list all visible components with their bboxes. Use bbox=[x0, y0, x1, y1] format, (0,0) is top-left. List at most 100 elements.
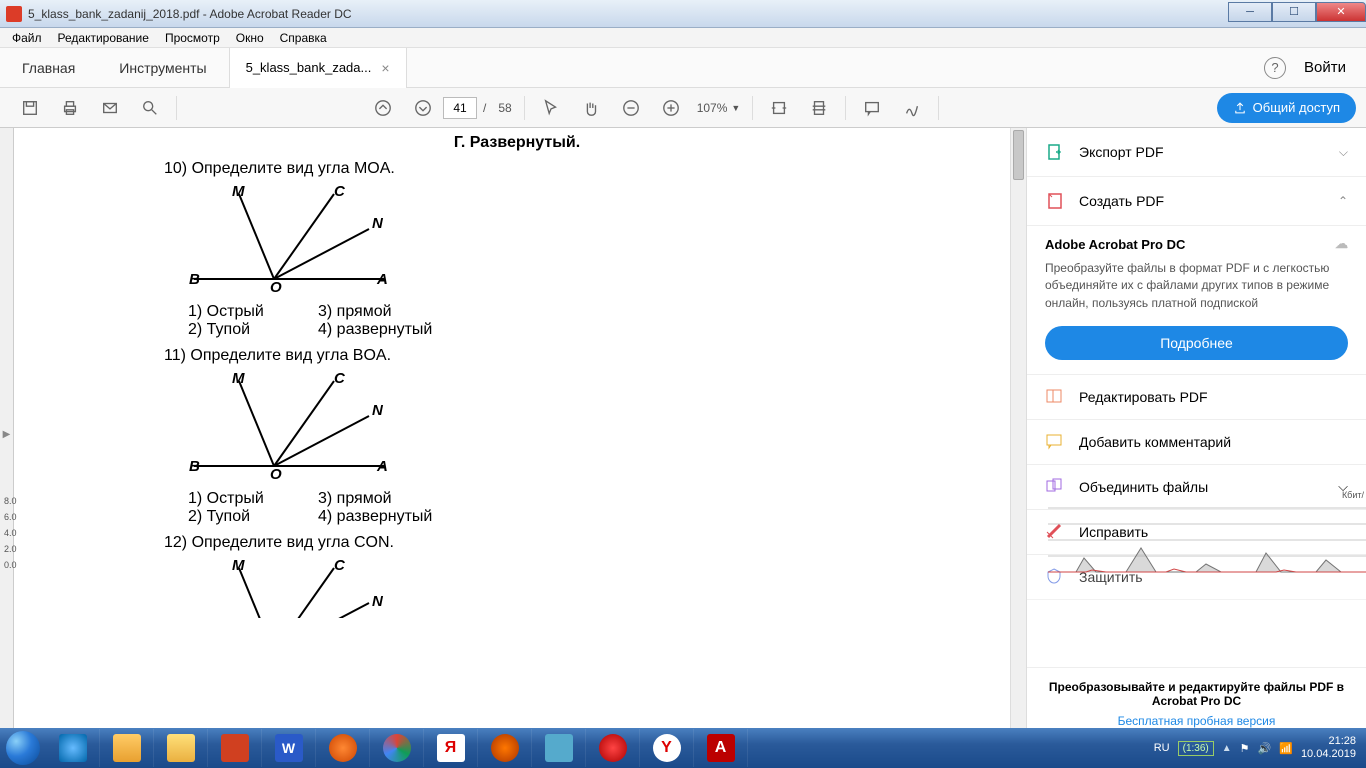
pdf-page: Г. Развернутый. 10) Определите вид угла … bbox=[14, 128, 1010, 740]
vertical-scrollbar[interactable]: ▲ ▼ bbox=[1010, 128, 1026, 740]
svg-text:M: M bbox=[232, 184, 245, 200]
tab-document[interactable]: 5_klass_bank_zada... × bbox=[229, 48, 407, 88]
protect-label: Защитить bbox=[1079, 569, 1348, 585]
search-icon[interactable] bbox=[136, 94, 164, 122]
svg-text:A: A bbox=[376, 458, 388, 475]
taskbar-word[interactable]: W bbox=[262, 729, 316, 767]
svg-text:C: C bbox=[334, 184, 346, 200]
taskbar-firefox[interactable] bbox=[316, 729, 370, 767]
opt: 4) развернутый bbox=[318, 321, 432, 339]
comment-tool-icon bbox=[1045, 432, 1065, 452]
volume-icon[interactable]: 🔊 bbox=[1258, 742, 1272, 755]
redact-icon bbox=[1045, 522, 1065, 542]
print-icon[interactable] bbox=[56, 94, 84, 122]
taskbar-folder[interactable] bbox=[154, 729, 208, 767]
comment-icon[interactable] bbox=[858, 94, 886, 122]
share-button[interactable]: Общий доступ bbox=[1217, 93, 1356, 123]
chevron-up-icon: ⌃ bbox=[1338, 194, 1348, 208]
help-button[interactable]: ? bbox=[1264, 57, 1286, 79]
flag-icon[interactable]: ⚑ bbox=[1240, 742, 1250, 755]
opt: 3) прямой bbox=[318, 490, 392, 508]
pro-heading: Adobe Acrobat Pro DC bbox=[1045, 237, 1185, 252]
taskbar-yabrowser[interactable]: Y bbox=[640, 729, 694, 767]
protect-item[interactable]: Защитить bbox=[1027, 555, 1366, 600]
start-button[interactable] bbox=[0, 728, 46, 768]
opt: 2) Тупой bbox=[188, 321, 318, 339]
free-trial-link[interactable]: Бесплатная пробная версия bbox=[1041, 714, 1352, 728]
redact-label: Исправить bbox=[1079, 524, 1348, 540]
menu-view[interactable]: Просмотр bbox=[157, 29, 228, 47]
menu-file[interactable]: Файл bbox=[4, 29, 50, 47]
opt: 4) развернутый bbox=[318, 508, 432, 526]
tab-home[interactable]: Главная bbox=[0, 48, 97, 88]
menu-edit[interactable]: Редактирование bbox=[50, 29, 157, 47]
page-separator: / bbox=[483, 101, 486, 115]
taskbar-ie[interactable] bbox=[46, 729, 100, 767]
window-controls: ─ ☐ ✕ bbox=[1228, 3, 1366, 25]
system-tray: RU (1:36) ▲ ⚑ 🔊 📶 21:28 10.04.2019 bbox=[1154, 728, 1366, 768]
svg-text:N: N bbox=[372, 402, 384, 419]
learn-more-button[interactable]: Подробнее bbox=[1045, 326, 1348, 360]
svg-text:A: A bbox=[376, 271, 388, 288]
pointer-icon[interactable] bbox=[537, 94, 565, 122]
redact-item[interactable]: Исправить bbox=[1027, 510, 1366, 555]
signin-link[interactable]: Войти bbox=[1304, 59, 1366, 76]
tray-overflow-icon[interactable]: ▲ bbox=[1222, 743, 1232, 754]
fit-width-icon[interactable] bbox=[765, 94, 793, 122]
close-button[interactable]: ✕ bbox=[1316, 2, 1366, 22]
taskbar-powerpoint[interactable] bbox=[208, 729, 262, 767]
answer-g: Г. Развернутый. bbox=[64, 134, 970, 152]
taskbar-explorer[interactable] bbox=[100, 729, 154, 767]
mail-icon[interactable] bbox=[96, 94, 124, 122]
comment-item[interactable]: Добавить комментарий bbox=[1027, 420, 1366, 465]
tab-tools[interactable]: Инструменты bbox=[97, 48, 228, 88]
taskbar-yandex[interactable]: Я bbox=[424, 729, 478, 767]
tools-panel: Экспорт PDF ⌵ Создать PDF ⌃ Adobe Acroba… bbox=[1026, 128, 1366, 740]
protect-icon bbox=[1045, 567, 1065, 587]
taskbar-opera[interactable] bbox=[586, 729, 640, 767]
network-icon[interactable]: 📶 bbox=[1279, 742, 1293, 755]
clock[interactable]: 21:28 10.04.2019 bbox=[1301, 735, 1356, 760]
options-11: 1) Острый3) прямой 2) Тупой4) развернуты… bbox=[188, 490, 970, 526]
language-indicator[interactable]: RU bbox=[1154, 742, 1170, 754]
combine-icon bbox=[1045, 477, 1065, 497]
export-pdf-item[interactable]: Экспорт PDF ⌵ bbox=[1027, 128, 1366, 177]
tab-document-label: 5_klass_bank_zada... bbox=[246, 60, 372, 75]
menu-help[interactable]: Справка bbox=[272, 29, 335, 47]
create-pdf-item[interactable]: Создать PDF ⌃ bbox=[1027, 177, 1366, 226]
sign-icon[interactable] bbox=[898, 94, 926, 122]
scroll-thumb[interactable] bbox=[1013, 130, 1024, 180]
taskbar-chrome[interactable] bbox=[370, 729, 424, 767]
maximize-button[interactable]: ☐ bbox=[1272, 2, 1316, 22]
taskbar-acrobat[interactable]: A bbox=[694, 729, 748, 767]
taskbar-app1[interactable] bbox=[478, 729, 532, 767]
zoom-select[interactable]: 107%▼ bbox=[697, 101, 741, 115]
svg-text:M: M bbox=[232, 371, 245, 387]
export-label: Экспорт PDF bbox=[1079, 144, 1339, 160]
footer-heading: Преобразовывайте и редактируйте файлы PD… bbox=[1041, 680, 1352, 708]
page-up-icon[interactable] bbox=[369, 94, 397, 122]
zoom-out-icon[interactable] bbox=[617, 94, 645, 122]
battery-indicator[interactable]: (1:36) bbox=[1178, 741, 1214, 756]
taskbar-app2[interactable] bbox=[532, 729, 586, 767]
menu-window[interactable]: Окно bbox=[228, 29, 272, 47]
tab-close-icon[interactable]: × bbox=[381, 60, 389, 76]
question-11: 11) Определите вид угла BOA. bbox=[164, 347, 970, 365]
comment-label: Добавить комментарий bbox=[1079, 434, 1348, 450]
minimize-button[interactable]: ─ bbox=[1228, 2, 1272, 22]
page-number-input[interactable] bbox=[443, 97, 477, 119]
zoom-in-icon[interactable] bbox=[657, 94, 685, 122]
save-icon[interactable] bbox=[16, 94, 44, 122]
hand-icon[interactable] bbox=[577, 94, 605, 122]
opt: 2) Тупой bbox=[188, 508, 318, 526]
page-down-icon[interactable] bbox=[409, 94, 437, 122]
panel-collapse-handle[interactable]: ▶ bbox=[0, 128, 14, 740]
angle-diagram-2: B O A M C N bbox=[184, 371, 970, 486]
opt: 1) Острый bbox=[188, 490, 318, 508]
document-scroll[interactable]: Г. Развернутый. 10) Определите вид угла … bbox=[14, 128, 1010, 740]
fit-page-icon[interactable] bbox=[805, 94, 833, 122]
create-pdf-subpanel: Adobe Acrobat Pro DC☁ Преобразуйте файлы… bbox=[1027, 226, 1366, 375]
edit-pdf-item[interactable]: Редактировать PDF bbox=[1027, 375, 1366, 420]
combine-item[interactable]: Объединить файлы ⌵ bbox=[1027, 465, 1366, 510]
cloud-icon: ☁ bbox=[1335, 236, 1348, 252]
